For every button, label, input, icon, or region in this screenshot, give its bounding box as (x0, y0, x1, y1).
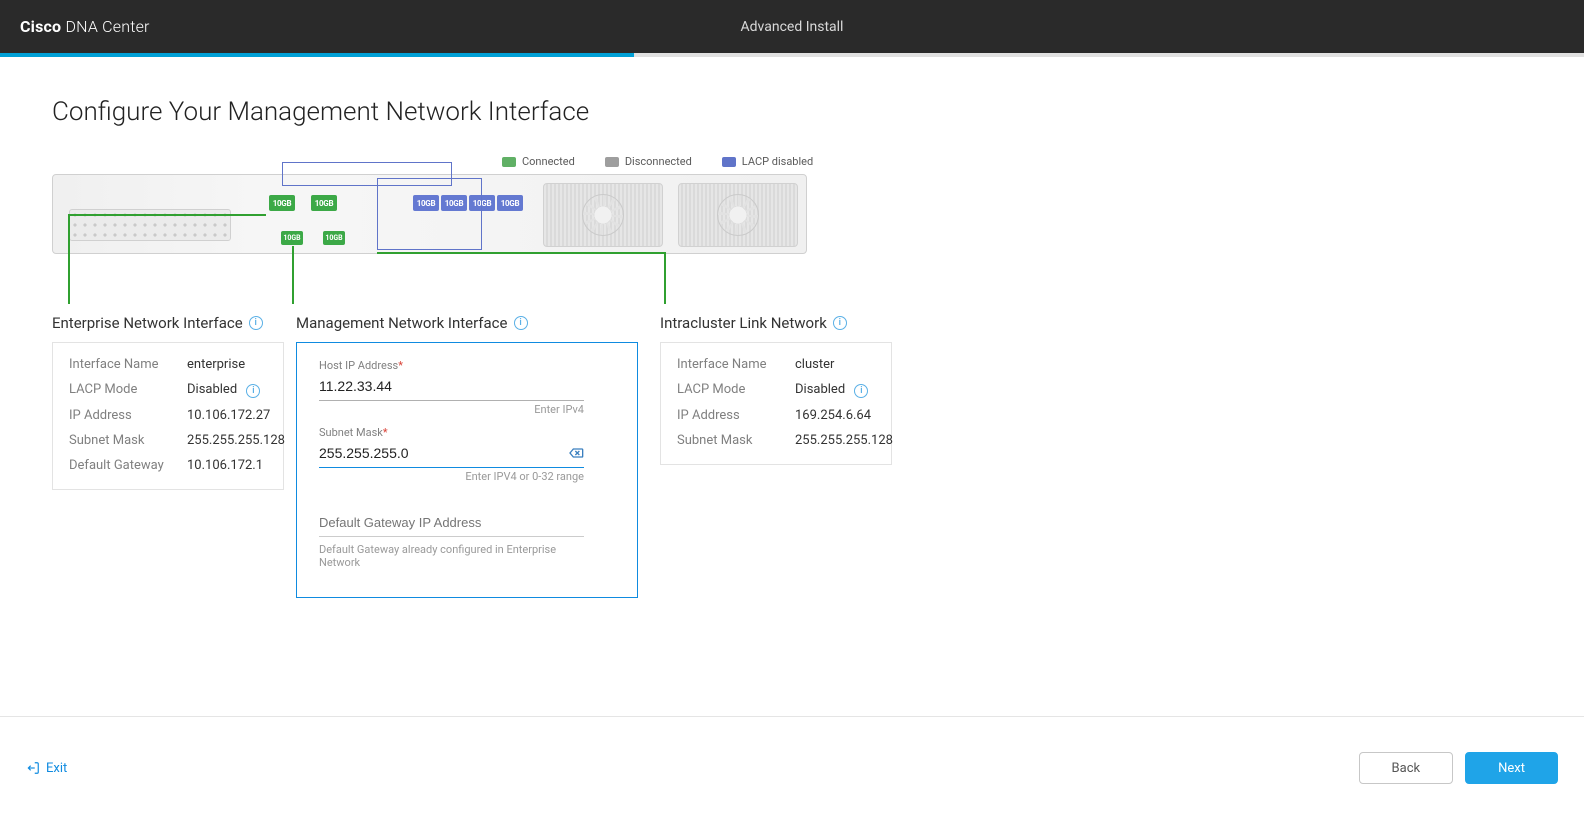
connector-line (68, 214, 70, 304)
kv-key: Interface Name (677, 357, 787, 372)
port-green-1: 10GB (269, 195, 295, 211)
exit-button[interactable]: Exit (26, 761, 67, 776)
swatch-gray-icon (605, 157, 619, 167)
gateway-field: Default Gateway already configured in En… (319, 511, 615, 569)
info-icon[interactable]: i (246, 384, 260, 398)
lacp-value: Disabled (795, 382, 845, 397)
connector-line (664, 252, 666, 304)
section-title-enterprise: Enterprise Network Interface i (52, 314, 284, 332)
legend-connected-label: Connected (522, 155, 575, 168)
kv-key: IP Address (677, 408, 787, 423)
info-icon[interactable]: i (514, 316, 528, 330)
legend-connected: Connected (502, 155, 575, 168)
host-ip-hint: Enter IPv4 (319, 403, 584, 416)
port-bottom-2: 10GB (323, 231, 345, 245)
sections-row: Interface Name enterprise LACP Mode Disa… (52, 342, 1532, 598)
port-green-2: 10GB (311, 195, 337, 211)
brand-light: DNA Center (65, 17, 149, 36)
connector-line (68, 214, 266, 216)
gateway-input (319, 511, 584, 537)
kv-key: Subnet Mask (69, 433, 179, 448)
lacp-group-box-2 (377, 178, 482, 250)
enterprise-kv: Interface Name enterprise LACP Mode Disa… (69, 357, 267, 473)
lacp-value: Disabled (187, 382, 237, 397)
footer: Exit Back Next (0, 716, 1584, 819)
connector-line (292, 246, 294, 304)
legend-disconnected-label: Disconnected (625, 155, 692, 168)
host-ip-label: Host IP Address* (319, 359, 615, 372)
kv-value: 10.106.172.27 (187, 408, 285, 423)
section-title-management-label: Management Network Interface (296, 314, 508, 332)
kv-value: 255.255.255.128 (795, 433, 893, 448)
section-title-enterprise-label: Enterprise Network Interface (52, 314, 243, 332)
kv-value: cluster (795, 357, 893, 372)
management-card: Host IP Address* Enter IPv4 Subnet Mask* (296, 342, 638, 598)
next-label: Next (1498, 761, 1525, 776)
info-icon[interactable]: i (833, 316, 847, 330)
legend-lacp: LACP disabled (722, 155, 813, 168)
intracluster-card: Interface Name cluster LACP Mode Disable… (660, 342, 892, 465)
back-label: Back (1392, 761, 1421, 776)
kv-key: LACP Mode (677, 382, 787, 398)
top-bar: Cisco DNA Center Advanced Install (0, 0, 1584, 53)
section-title-intracluster-label: Intracluster Link Network (660, 314, 827, 332)
footer-buttons: Back Next (1359, 752, 1558, 784)
subnet-field: Subnet Mask* Enter IPV4 or 0-32 range (319, 426, 615, 483)
kv-value: enterprise (187, 357, 285, 372)
next-button[interactable]: Next (1465, 752, 1558, 784)
port-bottom-1: 10GB (281, 231, 303, 245)
swatch-green-icon (502, 157, 516, 167)
legend-disconnected: Disconnected (605, 155, 692, 168)
psu-fan-1 (543, 183, 663, 247)
section-title-intracluster: Intracluster Link Network i (660, 314, 892, 332)
header-subtitle: Advanced Install (741, 19, 844, 35)
info-icon[interactable]: i (249, 316, 263, 330)
page-title: Configure Your Management Network Interf… (52, 97, 1532, 127)
kv-key: IP Address (69, 408, 179, 423)
appliance-diagram: 10GB 10GB 10GB 10GB 10GB 10GB 10GB 10GB (52, 174, 1532, 304)
swatch-blue-icon (722, 157, 736, 167)
content: Configure Your Management Network Interf… (0, 57, 1584, 716)
legend-lacp-label: LACP disabled (742, 155, 813, 168)
brand: Cisco DNA Center (20, 17, 150, 36)
kv-value: Disabled i (795, 382, 893, 398)
progress-fill (0, 53, 634, 57)
section-title-management: Management Network Interface i (296, 314, 638, 332)
kv-value: 255.255.255.128 (187, 433, 285, 448)
kv-value: 10.106.172.1 (187, 458, 285, 473)
host-ip-input[interactable] (319, 374, 584, 401)
exit-icon (26, 761, 40, 775)
clear-input-icon[interactable] (568, 445, 584, 461)
progress-bar (0, 53, 1584, 57)
kv-key: LACP Mode (69, 382, 179, 398)
info-icon[interactable]: i (854, 384, 868, 398)
intracluster-kv: Interface Name cluster LACP Mode Disable… (677, 357, 875, 448)
kv-key: Interface Name (69, 357, 179, 372)
connector-line (377, 252, 664, 254)
subnet-label: Subnet Mask* (319, 426, 615, 439)
gateway-note: Default Gateway already configured in En… (319, 543, 584, 569)
psu-fan-2 (678, 183, 798, 247)
brand-bold: Cisco (20, 17, 61, 36)
subnet-hint: Enter IPV4 or 0-32 range (319, 470, 584, 483)
kv-value: 169.254.6.64 (795, 408, 893, 423)
back-button[interactable]: Back (1359, 752, 1454, 784)
port-blue-4: 10GB (497, 195, 523, 211)
host-ip-field: Host IP Address* Enter IPv4 (319, 359, 615, 416)
kv-value: Disabled i (187, 382, 285, 398)
subnet-input[interactable] (319, 441, 584, 468)
legend: Connected Disconnected LACP disabled (502, 155, 1532, 168)
exit-label: Exit (46, 761, 67, 776)
kv-key: Subnet Mask (677, 433, 787, 448)
enterprise-card: Interface Name enterprise LACP Mode Disa… (52, 342, 284, 490)
kv-key: Default Gateway (69, 458, 179, 473)
